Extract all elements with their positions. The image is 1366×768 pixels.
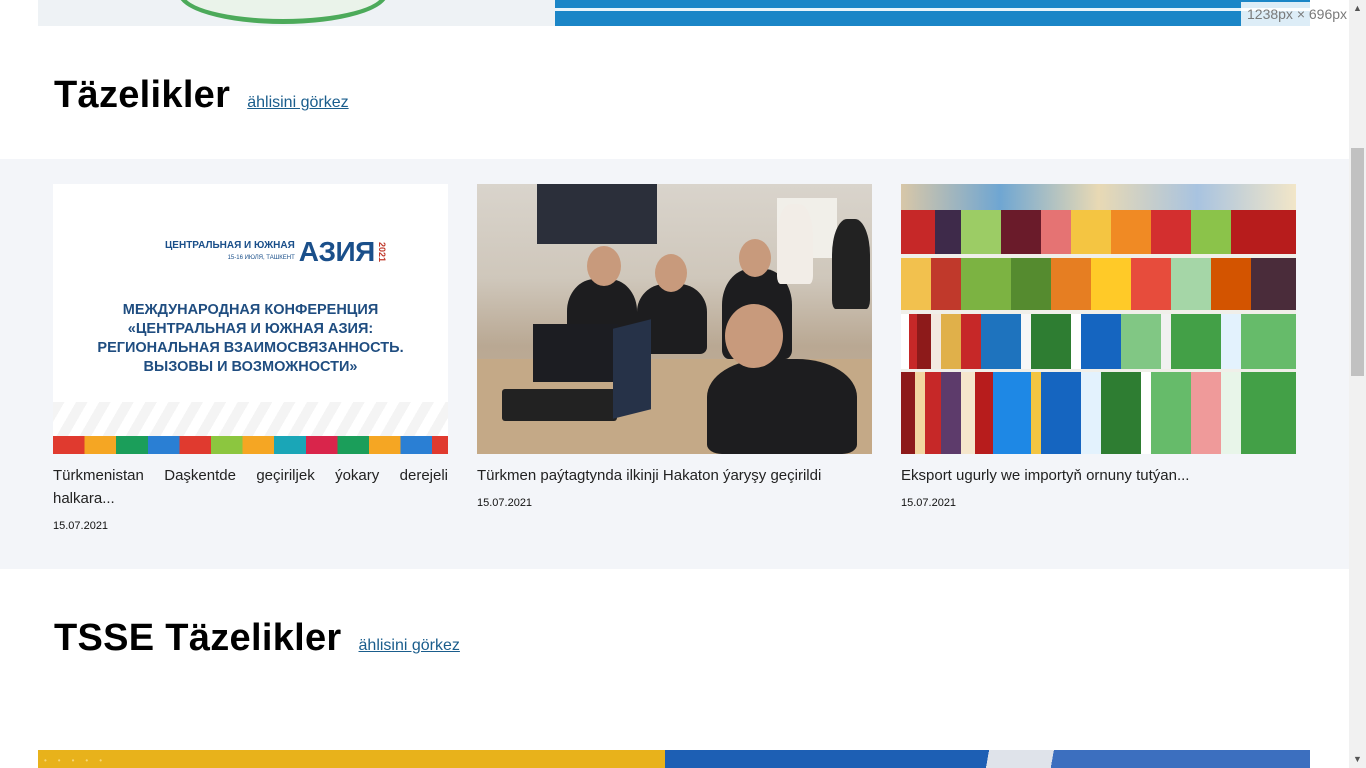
tsse-news-section-header: TSSE Täzelikler ählisini görkez	[54, 617, 460, 660]
news-card-date: 15.07.2021	[53, 520, 109, 532]
news-card[interactable]: Eksport ugurly we importyň ornuny tutýan…	[901, 184, 1296, 509]
photo-shelf	[901, 184, 1296, 210]
photo-person	[777, 204, 813, 284]
photo-shelf	[901, 314, 1296, 369]
photo-laptop	[502, 389, 617, 421]
photo-shelf	[901, 258, 1296, 310]
poster-headline: МЕЖДУНАРОДНАЯ КОНФЕРЕНЦИЯ «ЦЕНТРАЛЬНАЯ И…	[73, 301, 428, 377]
scroll-down-icon[interactable]: ▼	[1349, 751, 1366, 768]
news-card-title[interactable]: Türkmen paýtagtynda ilkinji Hakaton ýary…	[477, 464, 872, 487]
news-section-header: Täzelikler ählisini görkez	[54, 74, 349, 117]
poster-line: ВЫЗОВЫ И ВОЗМОЖНОСТИ»	[143, 359, 358, 375]
section-title: TSSE Täzelikler	[54, 617, 342, 659]
banner-line	[555, 8, 1310, 11]
section-title: Täzelikler	[54, 74, 231, 116]
banner-left-image: •••••	[38, 750, 666, 768]
banner-dots: •••••	[44, 756, 114, 765]
banner-left-image	[38, 0, 556, 26]
news-card-title[interactable]: Türkmenistan Daşkentde geçiriljek ýokary…	[53, 464, 448, 510]
photo-head	[725, 304, 783, 368]
poster-pattern	[53, 402, 448, 436]
photo-head	[739, 239, 771, 277]
emblem-arc	[178, 0, 388, 24]
photo-window	[537, 184, 657, 244]
see-all-link[interactable]: ählisini görkez	[247, 94, 348, 112]
photo-shelf	[901, 372, 1296, 454]
photo-screen	[613, 319, 651, 419]
news-card-image[interactable]: ЦЕНТРАЛЬНАЯ И ЮЖНАЯ 15-16 ИЮЛЯ, ТАШКЕНТ …	[53, 184, 448, 454]
poster-line: «ЦЕНТРАЛЬНАЯ И ЮЖНАЯ АЗИЯ:	[127, 321, 374, 337]
photo-screen	[533, 324, 618, 382]
poster-color-stripe	[53, 436, 448, 454]
news-card-image[interactable]	[901, 184, 1296, 454]
scrollbar-thumb[interactable]	[1351, 148, 1364, 376]
conference-logo: ЦЕНТРАЛЬНАЯ И ЮЖНАЯ 15-16 ИЮЛЯ, ТАШКЕНТ …	[165, 236, 387, 268]
news-card-date: 15.07.2021	[901, 497, 957, 509]
news-card-title[interactable]: Eksport ugurly we importyň ornuny tutýan…	[901, 464, 1296, 487]
logo-year: 2021	[376, 241, 387, 263]
news-card[interactable]: ЦЕНТРАЛЬНАЯ И ЮЖНАЯ 15-16 ИЮЛЯ, ТАШКЕНТ …	[53, 184, 448, 532]
photo-head	[587, 246, 621, 286]
photo-person	[707, 359, 857, 454]
page-scrollbar[interactable]: ▲ ▼	[1349, 0, 1366, 768]
logo-small-text: ЦЕНТРАЛЬНАЯ И ЮЖНАЯ 15-16 ИЮЛЯ, ТАШКЕНТ	[165, 240, 295, 264]
photo-shelf	[901, 210, 1296, 254]
logo-small-label: ЦЕНТРАЛЬНАЯ И ЮЖНАЯ	[165, 240, 295, 251]
news-card-image[interactable]	[477, 184, 872, 454]
scroll-up-icon[interactable]: ▲	[1349, 0, 1366, 17]
photo-head	[655, 254, 687, 292]
news-cards-band: ЦЕНТРАЛЬНАЯ И ЮЖНАЯ 15-16 ИЮЛЯ, ТАШКЕНТ …	[0, 159, 1349, 569]
bottom-banner-image[interactable]: •••••	[38, 750, 1310, 768]
banner-right-image	[555, 0, 1310, 26]
logo-sub-label: 15-16 ИЮЛЯ, ТАШКЕНТ	[227, 255, 295, 261]
banner-right-image	[665, 750, 1310, 768]
dimension-badge: 1238px × 696px	[1241, 2, 1354, 26]
see-all-link[interactable]: ählisini görkez	[359, 637, 460, 655]
poster-line: РЕГИОНАЛЬНАЯ ВЗАИМОСВЯЗАННОСТЬ.	[97, 340, 404, 356]
news-card[interactable]: Türkmen paýtagtynda ilkinji Hakaton ýary…	[477, 184, 872, 509]
logo-big-text: АЗИЯ	[298, 236, 376, 267]
poster-line: МЕЖДУНАРОДНАЯ КОНФЕРЕНЦИЯ	[122, 302, 379, 318]
photo-person	[832, 219, 870, 309]
news-card-date: 15.07.2021	[477, 497, 533, 509]
top-banner-image[interactable]	[38, 0, 1310, 26]
